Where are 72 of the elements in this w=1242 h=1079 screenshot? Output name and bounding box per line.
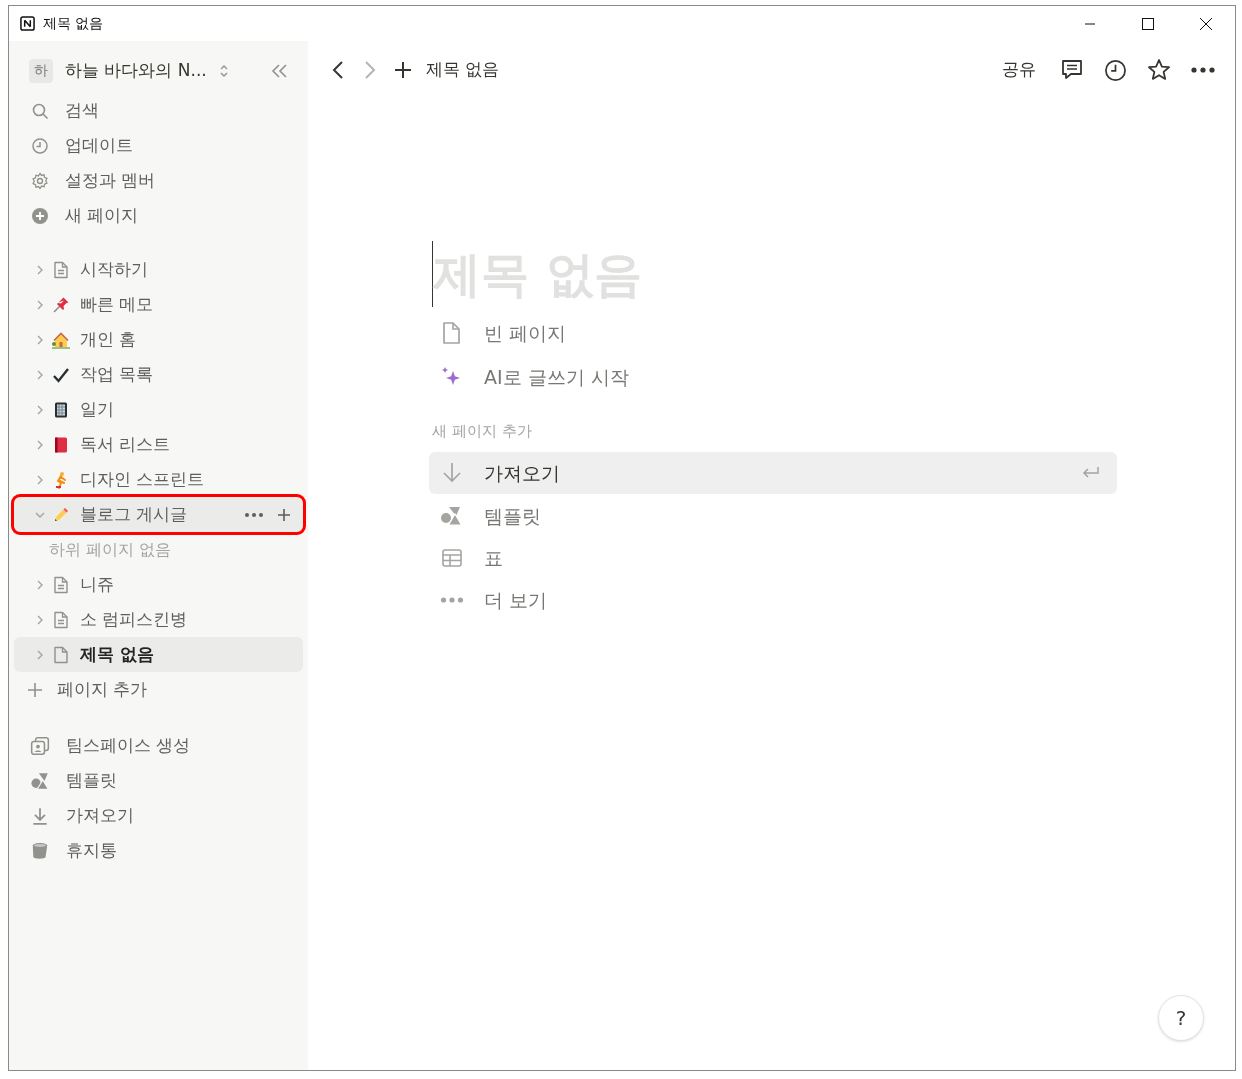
document-icon — [52, 575, 70, 594]
new-page-action[interactable]: 더 보기 — [429, 579, 1117, 621]
document-icon — [52, 610, 70, 629]
notebook-icon — [52, 400, 70, 419]
settings-icon — [31, 171, 49, 190]
page-start-option[interactable]: AI로 글쓰기 시작 — [432, 355, 1235, 399]
workspace-avatar: 하 — [29, 58, 53, 83]
sidebar-page-item[interactable]: 디자인 스프린트 — [14, 462, 303, 497]
empty-subpages-note: 하위 페이지 없음 — [48, 538, 173, 561]
help-button[interactable]: ? — [1158, 995, 1204, 1041]
search-icon — [31, 101, 49, 120]
app-logo-icon — [20, 16, 35, 31]
sidebar-page-item[interactable]: 니쥬 — [14, 567, 303, 602]
sidebar-menu-item[interactable]: 새 페이지 — [9, 198, 308, 233]
sidebar-page-item[interactable]: 시작하기 — [14, 252, 303, 287]
sidebar-page-item[interactable]: 소 럼피스킨병 — [14, 602, 303, 637]
page-start-option[interactable]: 빈 페이지 — [432, 311, 1235, 355]
workspace-name[interactable]: 하늘 바다와의 N... — [65, 57, 207, 84]
maximize-icon — [1142, 17, 1154, 30]
teamspace-icon — [30, 735, 50, 756]
breadcrumb[interactable]: 제목 없음 — [426, 57, 500, 83]
section-label: 새 페이지 추가 — [432, 421, 533, 441]
sidebar-page-item[interactable]: 블로그 게시글 — [14, 497, 303, 532]
enter-icon — [1081, 466, 1101, 480]
switcher-icon — [218, 63, 229, 78]
pushpin-icon — [52, 295, 70, 314]
star-icon — [1147, 58, 1171, 82]
plus-icon — [27, 681, 43, 698]
more-icon — [1191, 67, 1215, 73]
download-icon — [30, 805, 50, 826]
share-button[interactable]: 공유 — [1002, 57, 1036, 83]
trash-icon — [30, 840, 50, 861]
pencil-icon — [52, 505, 70, 524]
house-icon — [52, 330, 70, 349]
sidebar-menu-item[interactable]: 검색 — [9, 93, 308, 128]
sidebar-page-item[interactable]: 일기 — [14, 392, 303, 427]
sidebar-menu-item[interactable]: 설정과 멤버 — [9, 163, 308, 198]
new-page-action[interactable]: 가져오기 — [429, 452, 1117, 494]
clock-icon — [1104, 58, 1127, 82]
add-page-item[interactable]: 페이지 추가 — [9, 672, 308, 707]
close-icon — [1200, 17, 1212, 30]
sidebar-page-item[interactable]: 빠른 메모 — [14, 287, 303, 322]
sidebar-menu-item[interactable]: 템플릿 — [9, 763, 308, 798]
sidebar-menu-item[interactable]: 가져오기 — [9, 798, 308, 833]
sidebar-page-item[interactable]: 독서 리스트 — [14, 427, 303, 462]
sidebar-menu-item[interactable]: 업데이트 — [9, 128, 308, 163]
download-icon — [440, 461, 464, 485]
shapes-icon — [30, 770, 50, 791]
sidebar-page-item[interactable]: 개인 홈 — [14, 322, 303, 357]
back-icon — [332, 60, 344, 80]
plus-circle-icon — [31, 206, 49, 225]
forward-icon — [364, 60, 376, 80]
sidebar-page-item[interactable]: 제목 없음 — [14, 637, 303, 672]
new-page-action[interactable]: 표 — [429, 537, 1117, 579]
book-icon — [52, 435, 70, 454]
plus-icon — [277, 507, 291, 522]
table-icon — [440, 546, 464, 570]
sidebar-page-item[interactable]: 작업 목록 — [14, 357, 303, 392]
sidebar-menu-item[interactable]: 휴지통 — [9, 833, 308, 868]
new-page-action[interactable]: 템플릿 — [429, 495, 1117, 537]
window-title: 제목 없음 — [43, 14, 104, 33]
collapse-sidebar-icon — [270, 63, 288, 78]
comment-icon — [1060, 58, 1084, 82]
document-icon — [52, 260, 70, 279]
more-icon — [440, 597, 464, 603]
minimize-icon — [1085, 22, 1095, 25]
plus-icon — [394, 61, 412, 79]
document-icon — [52, 645, 70, 664]
sidebar-menu-item[interactable]: 팀스페이스 생성 — [9, 728, 308, 763]
shapes-icon — [440, 504, 464, 528]
clock-icon — [31, 136, 49, 155]
more-icon — [245, 512, 263, 517]
